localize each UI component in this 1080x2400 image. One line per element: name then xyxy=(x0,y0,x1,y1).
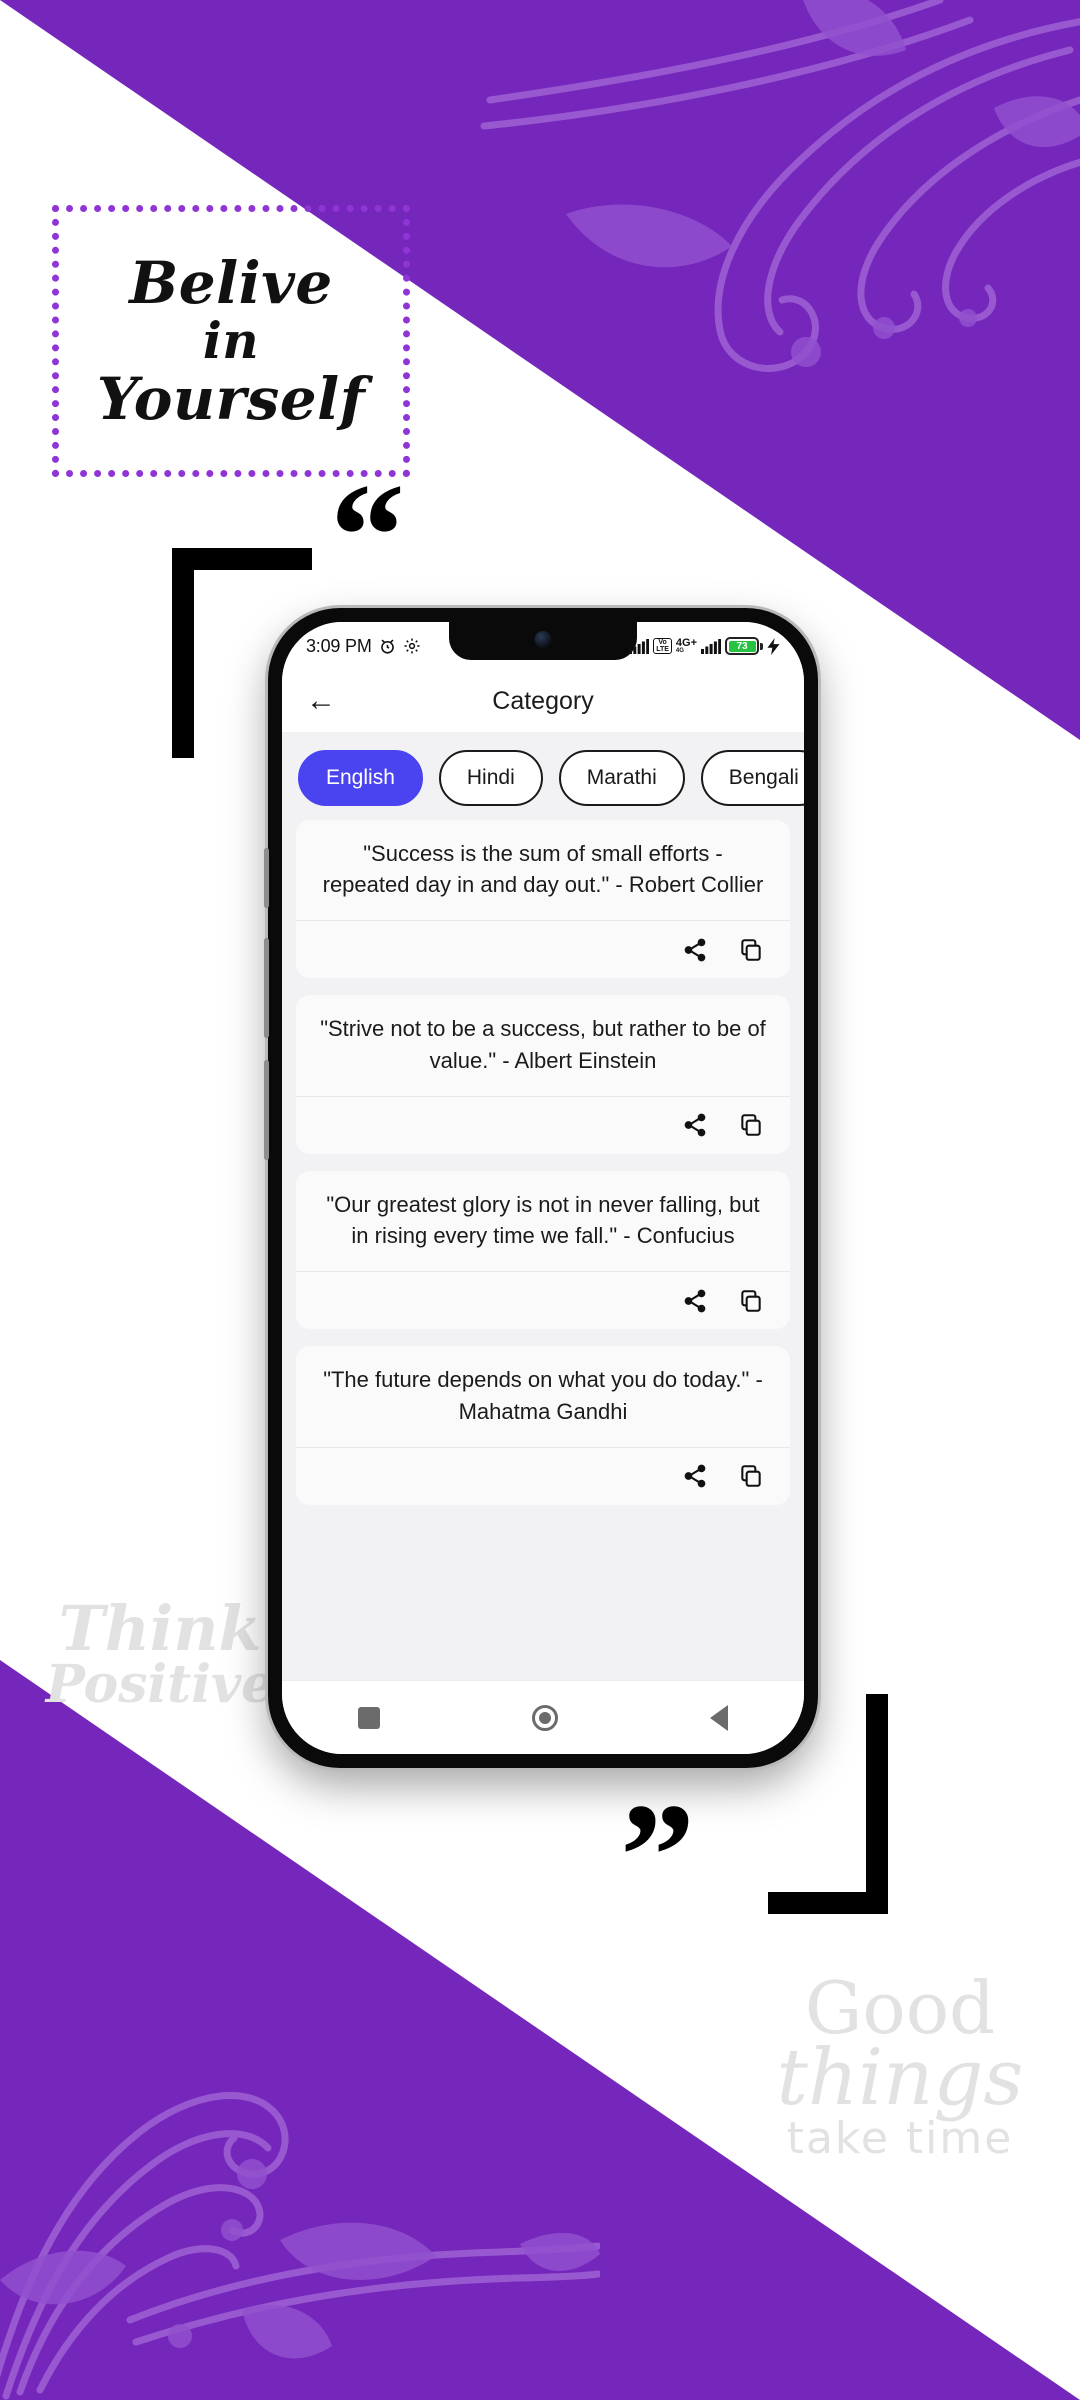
battery-icon: 73 xyxy=(725,637,763,655)
phone-screen: 3:09 PM Vo LTE 4G+ 4G 73 ← Category Engl… xyxy=(282,622,804,1754)
volte-icon: Vo LTE xyxy=(653,638,672,654)
alarm-icon xyxy=(378,637,397,656)
quote-card: "Our greatest glory is not in never fall… xyxy=(296,1170,790,1330)
page-title: Category xyxy=(492,686,594,715)
home-circle-icon[interactable] xyxy=(532,1704,558,1731)
opening-quote-icon: “ xyxy=(330,453,405,619)
phone-mockup: 3:09 PM Vo LTE 4G+ 4G 73 ← Category Engl… xyxy=(264,608,818,1768)
quote-card: "Strive not to be a success, but rather … xyxy=(296,995,790,1154)
language-chip-marathi[interactable]: Marathi xyxy=(558,750,685,806)
share-icon[interactable] xyxy=(680,1110,710,1140)
quote-text: "Success is the sum of small efforts - r… xyxy=(322,841,764,898)
quote-card: "The future depends on what you do today… xyxy=(296,1346,790,1505)
headline-dotted-box: Belive in Yourself xyxy=(52,205,410,477)
closing-quote-icon: ” xyxy=(620,1773,695,1939)
watermark-good-line-3: take time xyxy=(786,2113,1014,2165)
back-triangle-icon[interactable] xyxy=(710,1704,728,1731)
quote-text: "The future depends on what you do today… xyxy=(323,1367,763,1424)
quote-card-actions xyxy=(296,1095,790,1154)
signal-bars-icon-2 xyxy=(701,638,721,654)
quote-card-actions xyxy=(296,920,790,978)
watermark-good-line-2: things xyxy=(776,2033,1024,2124)
language-chip-bengali[interactable]: Bengali xyxy=(700,750,804,806)
copy-icon[interactable] xyxy=(736,1461,766,1491)
language-chip-hindi[interactable]: Hindi xyxy=(438,750,543,806)
quote-card: "Success is the sum of small efforts - r… xyxy=(296,820,790,979)
quote-card-actions xyxy=(296,1446,790,1505)
watermark-good-line-1: Good xyxy=(804,1966,996,2050)
phone-volume-down-button[interactable] xyxy=(264,1060,269,1160)
charging-bolt-icon xyxy=(767,637,780,655)
headline-line-2: in xyxy=(202,311,260,370)
phone-mute-switch[interactable] xyxy=(264,848,269,908)
app-bar: ← Category xyxy=(282,670,804,732)
recents-square-icon[interactable] xyxy=(358,1706,380,1729)
copy-icon[interactable] xyxy=(736,1110,766,1140)
copy-icon[interactable] xyxy=(736,935,766,965)
gear-icon xyxy=(403,637,421,655)
quote-list: "Success is the sum of small efforts - r… xyxy=(282,820,804,1505)
content-scroll-area[interactable]: English Hindi Marathi Bengali "Success i… xyxy=(282,732,804,1680)
watermark-good-things: Good things take time xyxy=(750,1966,1050,2165)
status-bar-time: 3:09 PM xyxy=(306,635,372,656)
headline-line-1: Belive xyxy=(129,249,333,317)
share-icon[interactable] xyxy=(680,1286,710,1316)
phone-volume-up-button[interactable] xyxy=(264,938,269,1038)
share-icon[interactable] xyxy=(680,1461,710,1491)
quote-text: "Strive not to be a success, but rather … xyxy=(320,1016,766,1073)
watermark-think-line-1: Think xyxy=(58,1592,262,1665)
quote-card-actions xyxy=(296,1271,790,1329)
front-camera-icon xyxy=(534,631,552,648)
android-nav-bar xyxy=(282,1680,804,1754)
battery-percent-label: 73 xyxy=(728,640,756,652)
back-button[interactable]: ← xyxy=(306,686,336,716)
network-type-label: 4G+ 4G xyxy=(676,638,697,655)
language-chip-row[interactable]: English Hindi Marathi Bengali xyxy=(282,742,804,820)
copy-icon[interactable] xyxy=(736,1286,766,1316)
quote-text: "Our greatest glory is not in never fall… xyxy=(326,1191,760,1249)
signal-bars-icon xyxy=(629,638,650,654)
language-chip-english[interactable]: English xyxy=(298,750,423,806)
share-icon[interactable] xyxy=(680,935,710,965)
watermark-think-line-2: Positive xyxy=(45,1653,275,1715)
phone-notch xyxy=(449,622,637,660)
volte-label-top: Vo xyxy=(658,639,667,646)
poster-canvas: Belive in Yourself “ ” Think Positive Go… xyxy=(0,0,1080,2400)
headline-line-3: Yourself xyxy=(96,365,366,433)
status-bar: 3:09 PM Vo LTE 4G+ 4G 73 xyxy=(282,622,804,670)
watermark-think-positive: Think Positive xyxy=(30,1592,290,1715)
volte-label-bottom: LTE xyxy=(656,646,669,653)
